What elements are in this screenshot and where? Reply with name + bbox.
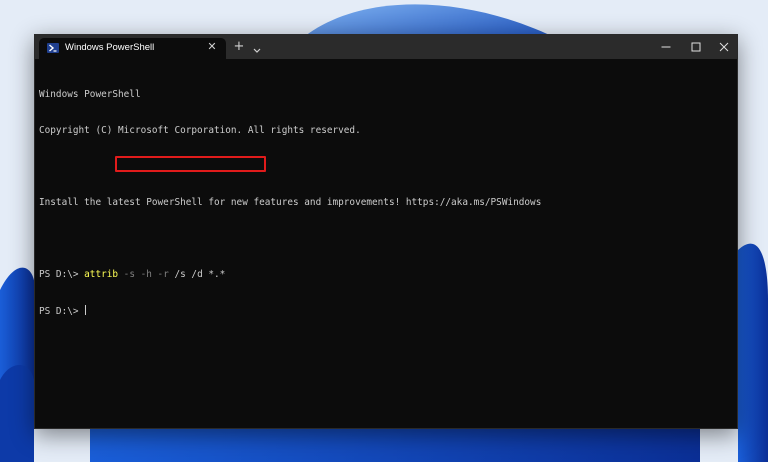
prompt: PS D:\> [39,269,85,280]
command-arg-h: -h [134,269,152,280]
close-icon [719,42,729,52]
tab-title: Windows PowerShell [65,42,155,53]
minimize-icon [661,46,671,48]
command-highlight-box [115,156,266,172]
tab-windows-powershell[interactable]: Windows PowerShell ✕ [39,38,226,59]
command-line: PS D:\> attrib -s -h -r /s /d *.* [39,269,733,281]
text-cursor [85,305,87,315]
powershell-window: Windows PowerShell ✕ + Windows PowerShel… [34,34,738,429]
command-arg-r: -r [151,269,169,280]
close-window-button[interactable] [707,35,741,59]
terminal-output[interactable]: Windows PowerShell Copyright (C) Microso… [39,65,733,341]
new-tab-button[interactable]: + [233,40,245,53]
minimize-button[interactable] [649,35,683,59]
close-icon[interactable]: ✕ [206,41,218,53]
maximize-icon [691,42,701,52]
active-prompt-line[interactable]: PS D:\> [39,305,733,317]
install-hint-line: Install the latest PowerShell for new fe… [39,197,542,208]
command-name: attrib [84,269,119,280]
banner-line: Windows PowerShell [39,89,141,100]
prompt: PS D:\> [39,306,85,317]
powershell-icon [47,43,59,53]
chevron-down-icon[interactable] [252,41,262,53]
command-arg-s: -s [118,269,135,280]
title-bar[interactable]: Windows PowerShell ✕ + [35,35,737,59]
command-arg-rest: /s /d *.* [168,269,226,280]
copyright-line: Copyright (C) Microsoft Corporation. All… [39,125,361,136]
